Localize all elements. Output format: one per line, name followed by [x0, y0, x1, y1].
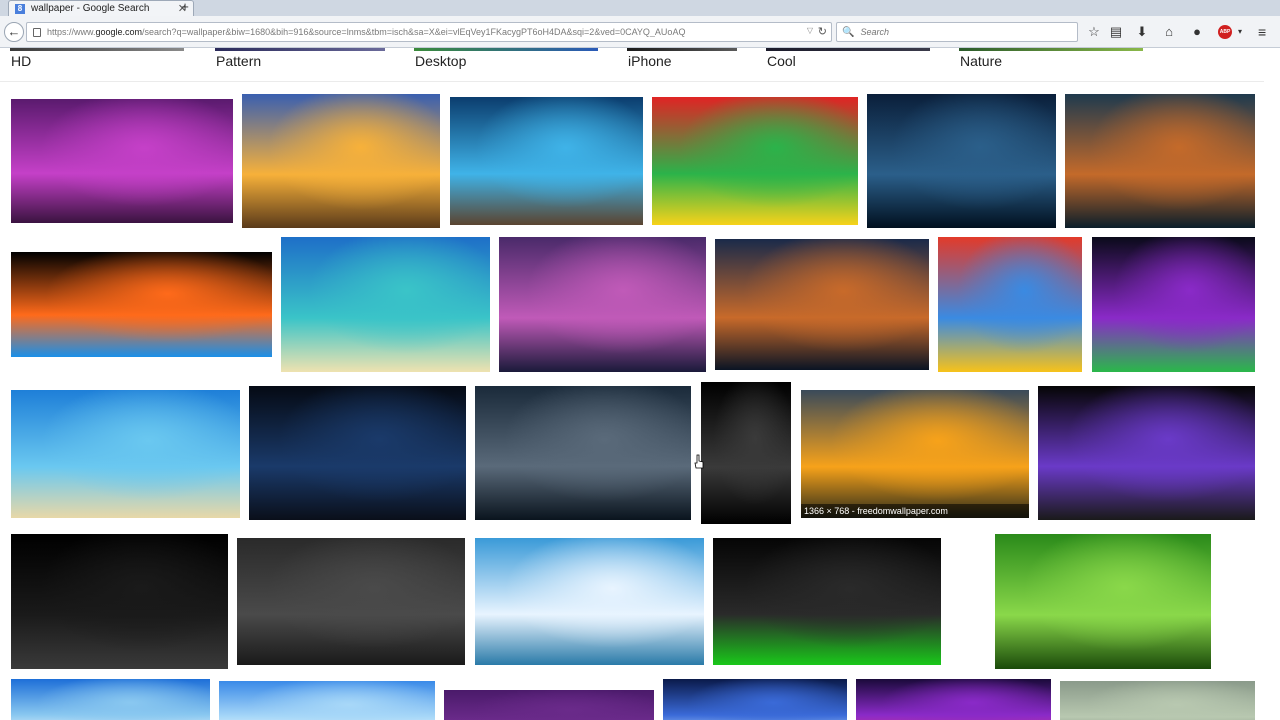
image-fire-ice-fists[interactable] — [11, 252, 272, 357]
image-gray-cat[interactable] — [475, 386, 691, 520]
reload-icon[interactable]: ↻ — [818, 25, 827, 38]
url-dropdown-icon[interactable]: ▽ — [807, 26, 813, 35]
chip-thumbnail[interactable] — [766, 48, 930, 51]
image-dark-car[interactable] — [11, 534, 228, 669]
url-text[interactable]: https://www.google.com/search?q=wallpape… — [47, 27, 787, 37]
image-rainy-window[interactable] — [1065, 94, 1255, 228]
chip-cool[interactable]: Cool — [767, 53, 796, 69]
chip-thumbnail[interactable] — [414, 48, 598, 51]
browser-search-bar[interactable]: 🔍 — [836, 22, 1078, 42]
image-ladybugs[interactable] — [995, 534, 1211, 669]
bookmark-star-icon[interactable]: ☆ — [1086, 24, 1102, 40]
chip-thumbnail[interactable] — [627, 48, 737, 51]
image-tropical-beach[interactable] — [281, 237, 490, 372]
lock-icon — [33, 27, 41, 37]
image-results: HD Pattern Desktop iPhone Cool Nature 13… — [0, 48, 1280, 720]
adblock-icon[interactable]: ABP — [1218, 25, 1232, 39]
image-caption: 1366 × 768 - freedomwallpaper.com — [801, 504, 1029, 518]
image-gray-texture[interactable] — [1060, 681, 1255, 720]
search-input[interactable] — [860, 27, 1061, 37]
back-arrow-icon[interactable]: ← — [4, 22, 24, 42]
image-purple-pattern[interactable] — [444, 690, 654, 720]
image-apple-rainbow[interactable] — [1038, 386, 1255, 520]
chip-desktop[interactable]: Desktop — [415, 53, 466, 69]
tab-title: wallpaper - Google Search — [31, 3, 150, 14]
bookmarks-list-icon[interactable]: ▤ — [1108, 24, 1124, 40]
chip-iphone[interactable]: iPhone — [628, 53, 672, 69]
image-purple-bridge[interactable] — [11, 99, 233, 223]
chip-pattern[interactable]: Pattern — [216, 53, 261, 69]
image-ship-moon[interactable] — [867, 94, 1056, 228]
image-sunset-clouds[interactable]: 1366 × 768 - freedomwallpaper.com — [801, 390, 1029, 518]
image-clouds-sea[interactable] — [475, 538, 704, 665]
image-rainbow-swirl[interactable] — [652, 97, 858, 225]
hand-cursor-icon — [694, 454, 704, 469]
related-searches-strip: HD Pattern Desktop iPhone Cool Nature — [0, 48, 1264, 82]
search-engine-icon[interactable]: 🔍 — [842, 27, 854, 38]
chip-hd[interactable]: HD — [11, 53, 31, 69]
image-purple-bokeh[interactable] — [856, 679, 1051, 720]
image-color-blocks[interactable] — [938, 237, 1082, 372]
home-icon[interactable]: ⌂ — [1161, 24, 1177, 40]
image-muscle-cars[interactable] — [713, 538, 941, 665]
image-ocean-waves[interactable] — [11, 390, 240, 518]
download-icon[interactable]: ⬇ — [1134, 24, 1150, 40]
google-favicon-icon: 8 — [15, 3, 25, 14]
new-tab-button[interactable]: + — [178, 0, 192, 14]
browser-tab[interactable]: 8 wallpaper - Google Search ✕ — [8, 0, 194, 16]
image-blue-sky[interactable] — [11, 679, 210, 720]
chip-thumbnail[interactable] — [215, 48, 385, 51]
image-moon-night[interactable] — [663, 679, 847, 720]
image-eclipse-trees[interactable] — [1092, 237, 1255, 372]
chip-thumbnail[interactable] — [959, 48, 1143, 51]
menu-icon[interactable]: ≡ — [1258, 24, 1266, 40]
chip-thumbnail[interactable] — [10, 48, 184, 51]
image-blue-bokeh[interactable] — [450, 97, 643, 225]
image-world-map-gray[interactable] — [237, 538, 465, 665]
image-cracked-apple[interactable] — [499, 237, 706, 372]
image-batman[interactable] — [701, 382, 791, 524]
chat-icon[interactable]: ● — [1189, 24, 1205, 40]
tab-bar: 8 wallpaper - Google Search ✕ + — [0, 0, 1280, 16]
image-world-map-blue[interactable] — [249, 386, 466, 520]
navigation-bar: ← https://www.google.com/search?q=wallpa… — [0, 16, 1280, 48]
image-golden-gate[interactable] — [715, 239, 929, 370]
image-sky-light[interactable] — [219, 681, 435, 720]
image-eiffel-tower[interactable] — [242, 94, 440, 228]
adblock-dropdown-icon[interactable]: ▾ — [1232, 24, 1248, 40]
chip-nature[interactable]: Nature — [960, 53, 1002, 69]
address-bar[interactable]: https://www.google.com/search?q=wallpape… — [26, 22, 832, 42]
